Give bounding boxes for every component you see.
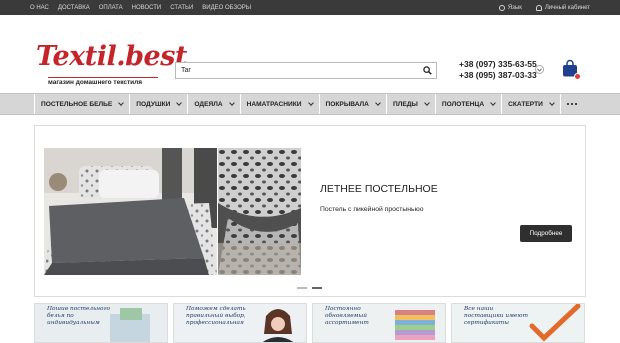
account-label: Личный кабинет: [544, 4, 590, 11]
bed-image: [44, 148, 217, 275]
top-link-about[interactable]: О НАС: [30, 5, 49, 11]
banner-consultation[interactable]: Поможем сделать правильный выбор, профес…: [173, 303, 307, 343]
banner-certificates[interactable]: Все наши поставщики имеют сертификаты: [451, 303, 585, 343]
chevron-down-icon: [228, 100, 235, 106]
top-link-video[interactable]: ВИДЕО ОБЗОРЫ: [202, 5, 251, 11]
top-link-delivery[interactable]: ДОСТАВКА: [58, 5, 90, 11]
banner-text: Пошив постельного белья по индивидуальны…: [47, 306, 110, 326]
search-button[interactable]: [419, 63, 436, 78]
nav-item-towels[interactable]: ПОЛОТЕНЦА: [436, 94, 503, 114]
slider-dot-active[interactable]: [312, 287, 322, 289]
nav-item-bedspreads[interactable]: ПОКРЫВАЛА: [320, 94, 387, 114]
more-dots-icon: [570, 102, 573, 106]
user-icon: [535, 4, 542, 11]
language-selector[interactable]: Язык: [498, 4, 522, 11]
cart-badge: [574, 73, 581, 80]
nav-item-label: ПОКРЫВАЛА: [325, 100, 369, 108]
search-bar: [175, 62, 437, 79]
nav-item-mattress-covers[interactable]: НАМАТРАСНИКИ: [241, 94, 320, 114]
globe-icon: [498, 4, 505, 11]
bedding-photo: [44, 148, 217, 275]
slide-subtitle: Постель с пикейной простыньюо: [320, 206, 424, 213]
more-dots-icon: [566, 102, 569, 106]
slider-pagination: [297, 287, 322, 289]
hero-slider: ЛЕТНЕЕ ПОСТЕЛЬНОЕ Постель с пикейной про…: [34, 125, 586, 297]
nav-item-label: НАМАТРАСНИКИ: [246, 100, 302, 108]
phone-primary[interactable]: +38 (097) 335-63-55: [459, 59, 537, 70]
nav-item-blankets[interactable]: ОДЕЯЛА: [188, 94, 241, 114]
logo-slogan: магазин домашнего текстиля: [48, 77, 158, 86]
nav-item-bedding[interactable]: ПОСТЕЛЬНОЕ БЕЛЬЕ: [34, 94, 131, 114]
top-link-news[interactable]: НОВОСТИ: [132, 5, 162, 11]
chevron-down-icon: [375, 100, 381, 106]
site-header: Textil.best магазин домашнего текстиля +…: [0, 15, 620, 93]
chevron-down-icon: [490, 100, 496, 106]
nav-item-label: СКАТЕРТИ: [508, 100, 543, 108]
cart-button[interactable]: [562, 59, 581, 80]
logo-name: Textil.best: [36, 41, 187, 72]
chevron-down-icon: [549, 100, 555, 106]
nav-item-label: ПОСТЕЛЬНОЕ БЕЛЬЕ: [41, 100, 113, 108]
chevron-down-icon: [176, 100, 183, 106]
chevron-down-icon: [537, 67, 542, 72]
account-link[interactable]: Личный кабинет: [535, 4, 590, 11]
language-label: Язык: [507, 4, 522, 11]
site-logo[interactable]: Textil.best магазин домашнего текстиля: [36, 41, 187, 86]
chevron-down-icon: [118, 100, 125, 106]
banner-custom-tailoring[interactable]: Пошив постельного белья по индивидуальны…: [34, 303, 168, 343]
fabric-closeup-image: [218, 148, 301, 275]
feature-banners: Пошив постельного белья по индивидуальны…: [34, 303, 586, 343]
top-links: О НАС ДОСТАВКА ОПЛАТА НОВОСТИ СТАТЬИ ВИД…: [30, 5, 251, 11]
search-icon: [423, 66, 432, 75]
main-navigation: ПОСТЕЛЬНОЕ БЕЛЬЕ ПОДУШКИ ОДЕЯЛА НАМАТРАС…: [0, 93, 620, 115]
bedding-closeup-photo: [218, 148, 301, 275]
nav-item-label: ПОЛОТЕНЦА: [441, 100, 485, 108]
banner-assortment[interactable]: Постоянно обновляемый ассортимент: [312, 303, 446, 343]
nav-item-tablecloths[interactable]: СКАТЕРТИ: [502, 94, 561, 114]
chevron-down-icon: [307, 100, 314, 106]
phone-secondary[interactable]: +38 (095) 387-03-33: [459, 70, 537, 81]
banner-text: Постоянно обновляемый ассортимент: [325, 306, 369, 326]
nav-item-label: ОДЕЯЛА: [194, 100, 223, 108]
banner-text: Все наши поставщики имеют сертификаты: [464, 306, 528, 326]
slider-dot[interactable]: [297, 287, 307, 289]
phones-dropdown-toggle[interactable]: [535, 65, 544, 74]
more-details-button[interactable]: Подробнее: [520, 225, 572, 242]
nav-more-button[interactable]: [561, 94, 583, 114]
nav-item-plaids[interactable]: ПЛЕДЫ: [387, 94, 436, 114]
banner-text: Поможем сделать правильный выбор, профес…: [186, 306, 246, 326]
more-dots-icon: [574, 102, 577, 106]
top-link-payment[interactable]: ОПЛАТА: [99, 5, 123, 11]
phone-numbers: +38 (097) 335-63-55 +38 (095) 387-03-33: [459, 59, 537, 81]
nav-item-label: ПОДУШКИ: [136, 100, 171, 108]
search-input[interactable]: [176, 63, 419, 78]
top-link-articles[interactable]: СТАТЬИ: [170, 5, 193, 11]
nav-item-label: ПЛЕДЫ: [392, 100, 418, 108]
slide-title: ЛЕТНЕЕ ПОСТЕЛЬНОЕ: [320, 183, 438, 195]
nav-item-pillows[interactable]: ПОДУШКИ: [130, 94, 189, 114]
chevron-down-icon: [424, 100, 430, 106]
top-bar: О НАС ДОСТАВКА ОПЛАТА НОВОСТИ СТАТЬИ ВИД…: [0, 0, 620, 15]
